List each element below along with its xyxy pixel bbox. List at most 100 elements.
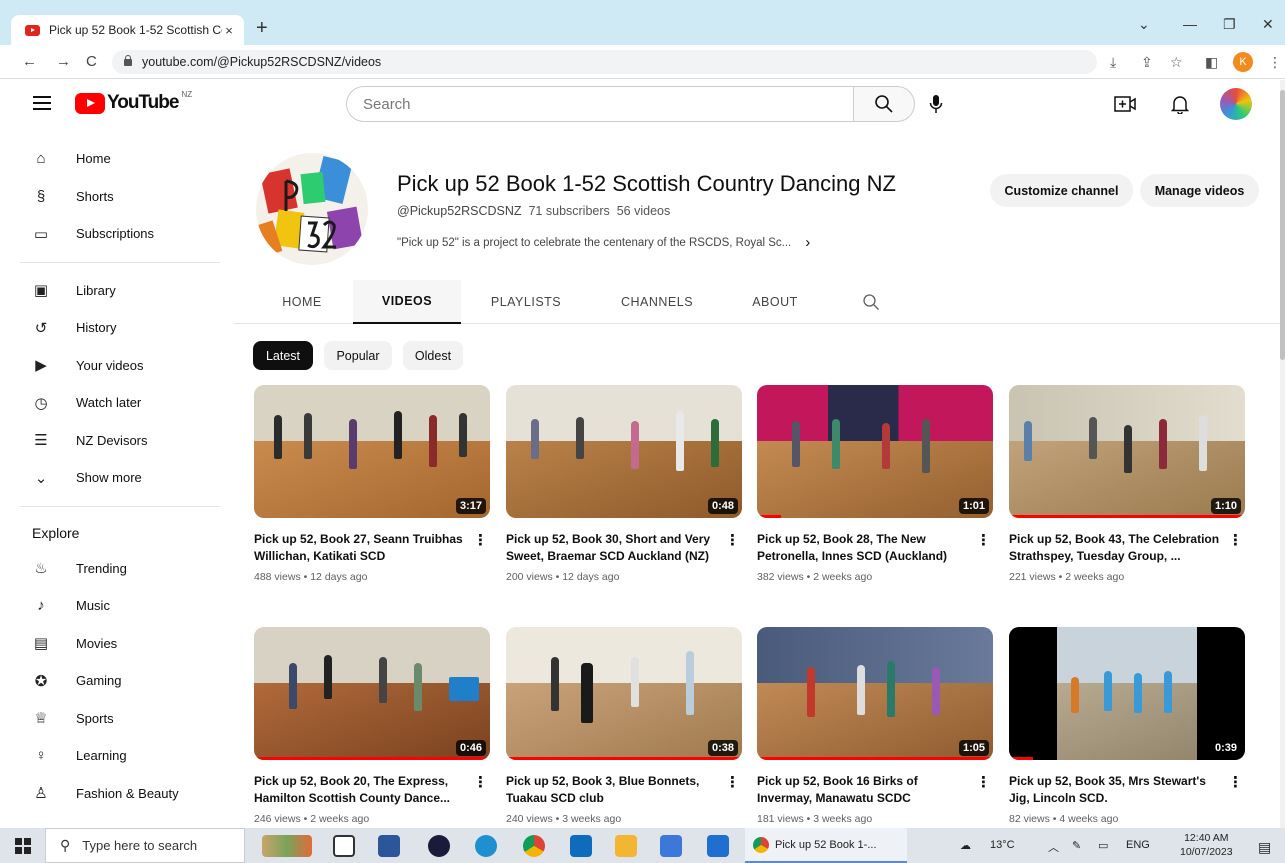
video-thumbnail[interactable]: 3:17 — [254, 385, 490, 518]
sidebar-item-fashion-beauty[interactable]: ♙ Fashion & Beauty — [0, 775, 232, 813]
forward-button[interactable]: → — [56, 53, 71, 70]
channel-search-button[interactable] — [856, 280, 886, 324]
file-explorer-icon[interactable] — [615, 835, 637, 857]
app-clock-icon[interactable] — [428, 835, 450, 857]
install-app-icon[interactable]: ⤓ — [1110, 54, 1116, 71]
task-view-icon[interactable] — [333, 835, 355, 857]
tab-search-chevron-icon[interactable]: ⌄ — [1138, 16, 1150, 33]
taskbar-active-window[interactable]: Pick up 52 Book 1-... — [745, 828, 907, 863]
video-options-icon[interactable]: ⋮ — [976, 531, 991, 549]
sidebar-item-shorts[interactable]: § Shorts — [0, 178, 232, 216]
store-app-icon[interactable] — [660, 835, 682, 857]
video-options-icon[interactable]: ⋮ — [1228, 531, 1243, 549]
video-thumbnail[interactable]: 0:48 — [506, 385, 742, 518]
video-options-icon[interactable]: ⋮ — [1228, 773, 1243, 791]
microphone-icon[interactable] — [929, 94, 943, 114]
sidebar-item-movies[interactable]: ▤ Movies — [0, 625, 232, 663]
scrollbar-thumb[interactable] — [1280, 90, 1285, 360]
video-card[interactable]: 0:48 Pick up 52, Book 30, Short and Very… — [506, 385, 742, 583]
video-title[interactable]: Pick up 52, Book 35, Mrs Stewart's Jig, … — [1009, 773, 1245, 807]
sidebar-item-trending[interactable]: ♨ Trending — [0, 550, 232, 588]
keyboard-language[interactable]: ENG — [1126, 839, 1150, 851]
youtube-logo[interactable]: YouTube NZ — [75, 90, 192, 114]
customize-channel-button[interactable]: Customize channel — [990, 174, 1133, 207]
url-bar[interactable]: youtube.com/@Pickup52RSCDSNZ/videos — [112, 50, 1097, 74]
sidebar-item-music[interactable]: ♪ Music — [0, 587, 232, 625]
video-card[interactable]: 1:01 Pick up 52, Book 28, The New Petron… — [757, 385, 993, 583]
outlook-app-icon[interactable] — [570, 835, 592, 857]
network-icon[interactable]: ▭ — [1098, 839, 1108, 852]
video-card[interactable]: 3:17 Pick up 52, Book 27, Seann Truibhas… — [254, 385, 490, 583]
edge-browser-icon[interactable] — [475, 835, 497, 857]
video-options-icon[interactable]: ⋮ — [976, 773, 991, 791]
video-title[interactable]: Pick up 52, Book 43, The Celebration Str… — [1009, 531, 1245, 565]
word-app-icon[interactable] — [378, 835, 400, 857]
video-options-icon[interactable]: ⋮ — [725, 773, 740, 791]
channel-description[interactable]: "Pick up 52" is a project to celebrate t… — [397, 234, 810, 251]
page-scrollbar[interactable] — [1280, 80, 1285, 828]
video-title[interactable]: Pick up 52, Book 28, The New Petronella,… — [757, 531, 993, 565]
video-title[interactable]: Pick up 52, Book 3, Blue Bonnets, Tuakau… — [506, 773, 742, 807]
create-video-icon[interactable] — [1114, 94, 1136, 114]
video-title[interactable]: Pick up 52, Book 30, Short and Very Swee… — [506, 531, 742, 565]
video-card[interactable]: 0:38 Pick up 52, Book 3, Blue Bonnets, T… — [506, 627, 742, 825]
video-options-icon[interactable]: ⋮ — [725, 531, 740, 549]
restore-button[interactable]: ❐ — [1223, 16, 1236, 33]
video-card[interactable]: 1:10 Pick up 52, Book 43, The Celebratio… — [1009, 385, 1245, 583]
search-input[interactable] — [346, 86, 854, 122]
browser-profile-avatar[interactable]: K — [1233, 52, 1253, 72]
manage-videos-button[interactable]: Manage videos — [1140, 174, 1259, 207]
sidebar-item-learning[interactable]: ♀ Learning — [0, 737, 232, 775]
sidebar-item-watch-later[interactable]: ◷ Watch later — [0, 384, 232, 422]
chip-popular[interactable]: Popular — [324, 341, 392, 370]
search-button[interactable] — [853, 86, 915, 122]
taskbar-search[interactable]: ⚲ Type here to search — [45, 828, 245, 863]
video-title[interactable]: Pick up 52, Book 16 Birks of Invermay, M… — [757, 773, 993, 807]
notification-center-icon[interactable]: ▤ — [1258, 839, 1271, 856]
pen-icon[interactable]: ✎ — [1072, 839, 1081, 852]
bookmark-star-icon[interactable]: ☆ — [1170, 54, 1183, 71]
tab-playlists[interactable]: PLAYLISTS — [479, 280, 573, 324]
share-icon[interactable]: ⇪ — [1141, 54, 1153, 71]
video-options-icon[interactable]: ⋮ — [473, 531, 488, 549]
tab-videos[interactable]: VIDEOS — [353, 280, 461, 324]
back-button[interactable]: ← — [22, 53, 37, 70]
notifications-bell-icon[interactable] — [1171, 94, 1189, 114]
reload-button[interactable]: C — [86, 53, 97, 70]
minimize-button[interactable]: — — [1183, 16, 1197, 32]
sidebar-item-show-more[interactable]: ⌄ Show more — [0, 459, 232, 497]
description-more-chevron-icon[interactable]: › — [805, 234, 810, 251]
tab-about[interactable]: ABOUT — [744, 280, 806, 324]
account-avatar[interactable] — [1220, 88, 1252, 120]
close-window-button[interactable]: ✕ — [1262, 16, 1274, 33]
sidebar-item-library[interactable]: ▣ Library — [0, 272, 232, 310]
menu-hamburger-icon[interactable] — [33, 96, 51, 110]
taskbar-clock[interactable]: 12:40 AM 10/07/2023 — [1180, 831, 1233, 859]
browser-menu-icon[interactable]: ⋮ — [1268, 54, 1282, 71]
sidebar-item-gaming[interactable]: ✪ Gaming — [0, 662, 232, 700]
video-card[interactable]: 0:39 Pick up 52, Book 35, Mrs Stewart's … — [1009, 627, 1245, 825]
video-thumbnail[interactable]: 0:39 — [1009, 627, 1245, 760]
channel-avatar[interactable] — [256, 153, 368, 265]
sidebar-item-your-videos[interactable]: ▶ Your videos — [0, 347, 232, 385]
tab-channels[interactable]: CHANNELS — [610, 280, 704, 324]
chip-oldest[interactable]: Oldest — [403, 341, 463, 370]
video-thumbnail[interactable]: 0:38 — [506, 627, 742, 760]
video-title[interactable]: Pick up 52, Book 20, The Express, Hamilt… — [254, 773, 490, 807]
tab-home[interactable]: HOME — [270, 280, 334, 324]
video-thumbnail[interactable]: 1:10 — [1009, 385, 1245, 518]
chip-latest[interactable]: Latest — [253, 341, 313, 370]
weather-temperature[interactable]: 13°C — [990, 839, 1015, 851]
video-thumbnail[interactable]: 1:01 — [757, 385, 993, 518]
video-thumbnail[interactable]: 1:05 — [757, 627, 993, 760]
video-card[interactable]: 1:05 Pick up 52, Book 16 Birks of Inverm… — [757, 627, 993, 825]
sidebar-item-sports[interactable]: ♕ Sports — [0, 700, 232, 738]
sidebar-item-subscriptions[interactable]: ▭ Subscriptions — [0, 215, 232, 253]
video-options-icon[interactable]: ⋮ — [473, 773, 488, 791]
sidebar-item-home[interactable]: ⌂ Home — [0, 140, 232, 178]
tab-close-button[interactable]: × — [222, 23, 236, 38]
video-thumbnail[interactable]: 0:46 — [254, 627, 490, 760]
side-panel-icon[interactable]: ◧ — [1205, 54, 1218, 71]
video-card[interactable]: 0:46 Pick up 52, Book 20, The Express, H… — [254, 627, 490, 825]
windows-start-button[interactable] — [0, 828, 45, 863]
